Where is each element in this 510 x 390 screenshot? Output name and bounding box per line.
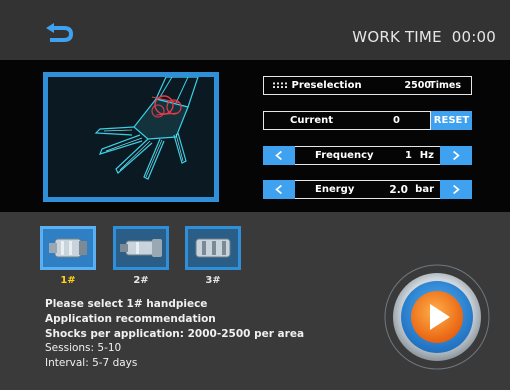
dots-icon: :::: (272, 80, 288, 91)
work-time-display: WORK TIME 00:00 (352, 28, 496, 46)
interval-text: Interval: 5-7 days (45, 357, 138, 370)
hand-xray-image (48, 77, 214, 197)
energy-value: 2.0 (389, 184, 408, 196)
handpiece-2-button[interactable] (113, 226, 169, 270)
preselection-unit: Times (429, 80, 461, 91)
recommendation-info: Please select 1# handpiece Application r… (45, 297, 304, 371)
handpiece-1-label: 1# (60, 275, 76, 286)
current-value: 0 (393, 115, 400, 126)
energy-increase-button[interactable] (440, 180, 472, 199)
device-screen: WORK TIME 00:00 :::: Preselection 2500 T… (0, 0, 510, 390)
handpiece-icon (188, 229, 238, 267)
preselection-label-text: Preselection (291, 80, 362, 91)
shocks-per-application: Shocks per application: 2000-2500 per ar… (45, 327, 305, 340)
chevron-right-icon (453, 150, 460, 161)
treatment-area-image (43, 72, 219, 202)
handpiece-3-button[interactable] (185, 226, 241, 270)
work-time-label: WORK TIME (352, 28, 442, 46)
handpiece-1-button[interactable] (40, 226, 96, 270)
handpiece-2-label: 2# (133, 275, 149, 286)
work-time-value: 00:00 (451, 28, 496, 46)
back-button[interactable] (40, 22, 76, 44)
chevron-left-icon (275, 150, 282, 161)
play-icon (384, 264, 490, 370)
chevron-left-icon (275, 184, 282, 195)
energy-display: Energy 2.0 bar (295, 180, 440, 199)
header-bar: WORK TIME 00:00 (0, 0, 510, 60)
frequency-decrease-button[interactable] (263, 146, 295, 165)
energy-decrease-button[interactable] (263, 180, 295, 199)
handpiece-icon (43, 229, 93, 267)
handpiece-icon (116, 229, 166, 267)
select-handpiece-text: Please select 1# handpiece (45, 298, 208, 310)
energy-unit: bar (415, 184, 434, 195)
chevron-right-icon (453, 184, 460, 195)
reset-button[interactable]: RESET (431, 111, 472, 130)
energy-stepper: Energy 2.0 bar (263, 180, 472, 199)
start-button[interactable] (382, 262, 492, 372)
frequency-label: Frequency (315, 150, 374, 161)
frequency-stepper: Frequency 1 Hz (263, 146, 472, 165)
recommendation-title: Application recommendation (45, 312, 216, 325)
preselection-value: 2500 (404, 80, 431, 91)
handpiece-3-label: 3# (205, 275, 221, 286)
preselection-label: :::: Preselection (272, 80, 362, 91)
back-arrow-icon (46, 23, 73, 42)
frequency-increase-button[interactable] (440, 146, 472, 165)
frequency-display: Frequency 1 Hz (295, 146, 440, 165)
frequency-unit: Hz (419, 150, 434, 161)
frequency-value: 1 (405, 150, 412, 161)
current-field: Current 0 (263, 111, 431, 130)
preselection-field: :::: Preselection 2500 Times (263, 76, 472, 95)
energy-label: Energy (315, 184, 355, 195)
sessions-text: Sessions: 5-10 (45, 342, 122, 355)
current-label: Current (290, 115, 334, 126)
